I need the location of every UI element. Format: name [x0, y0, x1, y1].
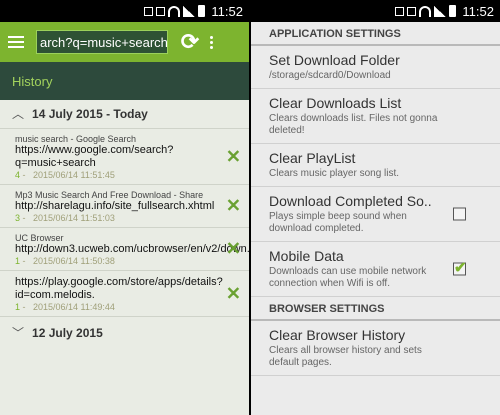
refresh-icon[interactable]: ⟳ — [178, 29, 202, 55]
setting-title: Set Download Folder — [269, 52, 400, 68]
browser-settings-header: BROWSER SETTINGS — [251, 297, 500, 321]
setting-title: Download Completed So.. — [269, 193, 432, 209]
setting-title: Clear Browser History — [269, 327, 406, 343]
status-bar: 11:52 — [0, 0, 249, 22]
setting-mobile-data[interactable]: Mobile Data Downloads can use mobile net… — [251, 242, 500, 297]
browser-screen: 11:52 arch?q=music+search ⟳ History ︿ 14 … — [0, 0, 249, 415]
status-bar: 11:52 — [251, 0, 500, 22]
setting-title: Mobile Data — [269, 248, 344, 264]
chevron-down-icon: ﹀ — [12, 326, 25, 340]
menu-icon[interactable] — [8, 36, 24, 48]
date-group-header[interactable]: ﹀ 12 July 2015 — [0, 317, 249, 349]
history-title: History — [0, 62, 249, 100]
history-item-url: http://sharelagu.info/site_fullsearch.xh… — [15, 200, 215, 212]
history-item-url: http://down3.ucweb.com/ucbrowser/en/v2/d… — [15, 243, 249, 255]
setting-download-sound[interactable]: Download Completed So.. Plays simple bee… — [251, 187, 500, 242]
history-item[interactable]: Mp3 Music Search And Free Download - Sha… — [0, 185, 249, 228]
notification-icon — [144, 6, 154, 16]
setting-title: Clear Downloads List — [269, 95, 402, 111]
battery-icon — [198, 5, 206, 17]
history-item-title: UC Browser — [15, 233, 64, 243]
setting-subtitle: Clears music player song list. — [269, 168, 400, 179]
battery-icon — [449, 5, 457, 17]
setting-clear-playlist[interactable]: Clear PlayList Clears music player song … — [251, 144, 500, 187]
history-item-meta: 1 - 2015/06/14 11:49:44 — [15, 302, 115, 312]
setting-clear-browser-history[interactable]: Clear Browser History Clears all browser… — [251, 321, 500, 376]
delete-icon[interactable]: ✕ — [226, 196, 241, 217]
history-item[interactable]: UC Browser http://down3.ucweb.com/ucbrow… — [0, 228, 249, 271]
mobile-data-checkbox[interactable] — [453, 259, 467, 277]
wifi-icon — [419, 5, 432, 17]
signal-icon — [183, 5, 196, 17]
notification-icon — [407, 6, 417, 16]
chevron-up-icon: ︿ — [12, 107, 25, 121]
setting-subtitle: Plays simple beep sound when download co… — [269, 211, 407, 234]
history-item-meta: 4 - 2015/06/14 11:51:45 — [15, 170, 115, 180]
history-item-title: music search - Google Search — [15, 134, 137, 144]
history-item[interactable]: https://play.google.com/store/apps/detai… — [0, 271, 249, 317]
signal-icon — [434, 5, 447, 17]
status-time: 11:52 — [462, 3, 494, 19]
delete-icon[interactable]: ✕ — [226, 146, 241, 167]
setting-subtitle: Downloads can use mobile network connect… — [269, 266, 427, 289]
history-item-meta: 3 - 2015/06/14 11:51:03 — [15, 213, 115, 223]
setting-subtitle: Clears downloads list. Files not gonna d… — [269, 113, 438, 136]
browser-toolbar: arch?q=music+search ⟳ — [0, 22, 249, 62]
history-item-url: https://www.google.com/search?q=music+se… — [15, 144, 174, 169]
setting-subtitle: /storage/sdcard0/Download — [269, 70, 391, 81]
delete-icon[interactable]: ✕ — [226, 283, 241, 304]
wifi-icon — [168, 5, 181, 17]
history-item[interactable]: music search - Google Search https://www… — [0, 129, 249, 185]
setting-subtitle: Clears all browser history and sets defa… — [269, 345, 422, 368]
download-sound-checkbox[interactable] — [453, 207, 466, 221]
history-item-url: https://play.google.com/store/apps/detai… — [15, 276, 223, 301]
delete-icon[interactable]: ✕ — [226, 239, 241, 260]
overflow-menu-icon[interactable] — [210, 35, 214, 49]
url-input[interactable]: arch?q=music+search — [36, 30, 168, 54]
history-item-meta: 1 - 2015/06/14 11:50:38 — [15, 256, 115, 266]
status-time: 11:52 — [211, 3, 243, 19]
notification-icon — [395, 6, 405, 16]
date-group-header[interactable]: ︿ 14 July 2015 - Today — [0, 100, 249, 129]
app-settings-header: APPLICATION SETTINGS — [251, 22, 500, 46]
settings-screen: 11:52 APPLICATION SETTINGS Set Download … — [251, 0, 500, 415]
notification-icon — [156, 6, 166, 16]
history-item-title: Mp3 Music Search And Free Download - Sha… — [15, 190, 204, 200]
setting-download-folder[interactable]: Set Download Folder /storage/sdcard0/Dow… — [251, 46, 500, 89]
setting-title: Clear PlayList — [269, 150, 356, 166]
setting-clear-downloads[interactable]: Clear Downloads List Clears downloads li… — [251, 89, 500, 144]
